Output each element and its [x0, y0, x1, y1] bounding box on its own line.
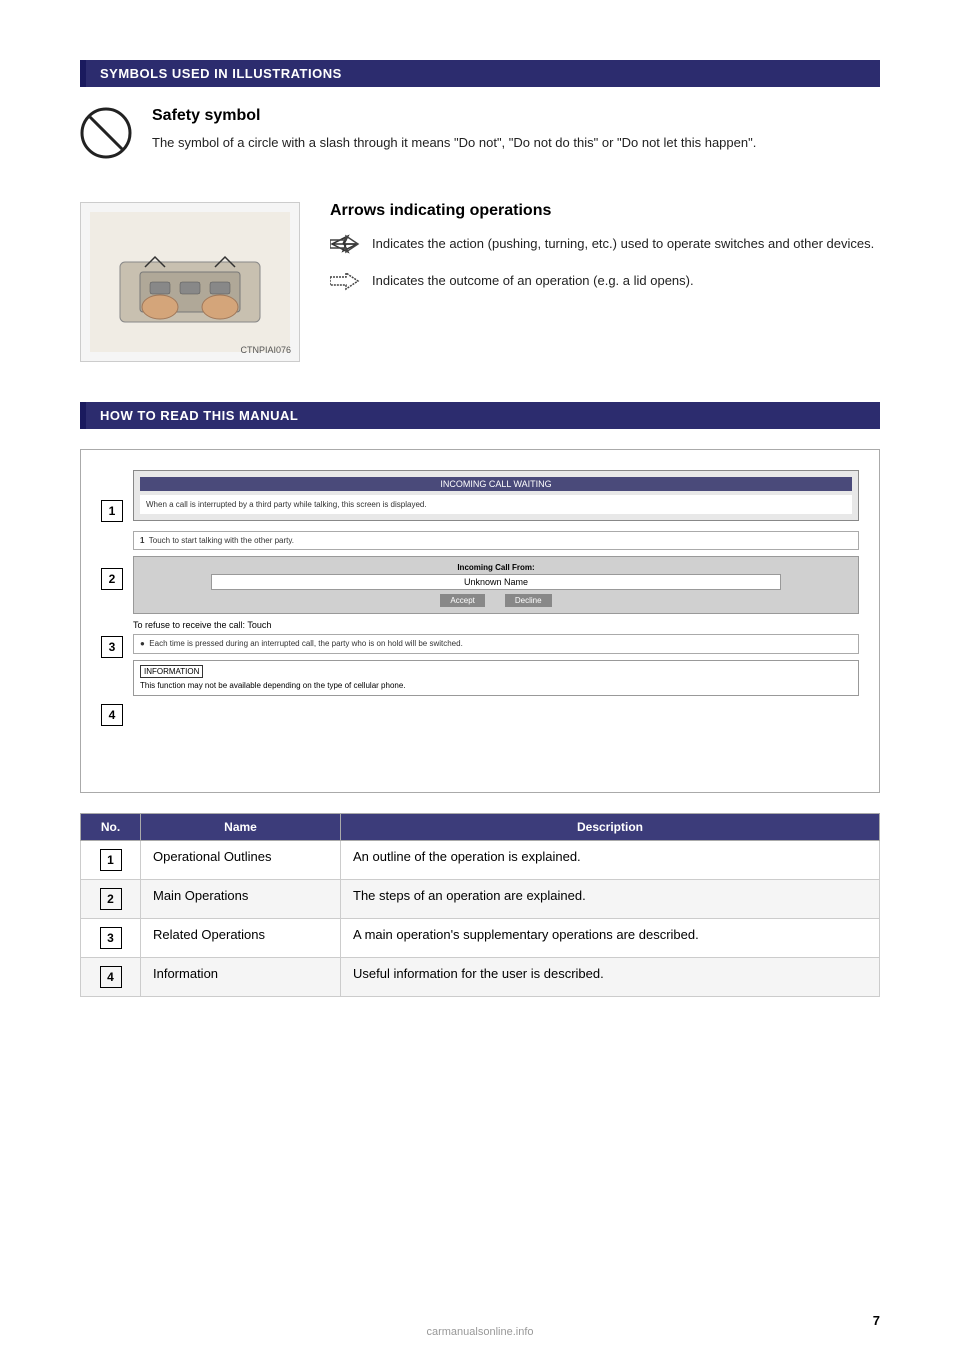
table-cell-description: Useful information for the user is descr…: [341, 958, 880, 997]
info-box: INFORMATION This function may not be ava…: [133, 660, 859, 696]
table-row: 3 Related OperationsA main operation's su…: [81, 919, 880, 958]
num-badge-3: 3: [101, 636, 123, 658]
step3-text: ● Each time is pressed during an interru…: [133, 634, 859, 653]
safety-description: The symbol of a circle with a slash thro…: [152, 133, 756, 154]
table-cell-num: 3: [81, 919, 141, 958]
row-num-4: 4: [100, 966, 122, 988]
table-cell-name: Related Operations: [141, 919, 341, 958]
table-row: 2 Main OperationsThe steps of an operatio…: [81, 880, 880, 919]
how-to-header: HOW TO READ THIS MANUAL: [80, 402, 880, 429]
step1-content: Touch to start talking with the other pa…: [149, 536, 294, 545]
symbols-header-text: SYMBOLS USED IN ILLUSTRATIONS: [100, 66, 342, 81]
symbols-header: SYMBOLS USED IN ILLUSTRATIONS: [80, 60, 880, 87]
num-badge-4: 4: [101, 704, 123, 726]
screen-header: INCOMING CALL WAITING: [140, 477, 852, 491]
call-buttons: Accept Decline: [140, 594, 852, 607]
table-cell-description: The steps of an operation are explained.: [341, 880, 880, 919]
decline-btn: Decline: [505, 594, 552, 607]
table-cell-num: 2: [81, 880, 141, 919]
table-cell-num: 4: [81, 958, 141, 997]
refuse-text: To refuse to receive the call: Touch: [133, 620, 859, 630]
table-cell-description: A main operation's supplementary operati…: [341, 919, 880, 958]
call-from-label: Incoming Call From:: [140, 563, 852, 572]
table-header-row: No. Name Description: [81, 814, 880, 841]
table-row: 1 Operational OutlinesAn outline of the o…: [81, 841, 880, 880]
page-container: SYMBOLS USED IN ILLUSTRATIONS Safety sym…: [0, 0, 960, 1358]
step1-text: 1 Touch to start talking with the other …: [133, 531, 859, 550]
num-badge-1: 1: [101, 500, 123, 522]
table-cell-description: An outline of the operation is explained…: [341, 841, 880, 880]
safety-text-block: Safety symbol The symbol of a circle wit…: [152, 107, 756, 154]
no-symbol-icon: [80, 107, 132, 162]
arrows-text-block: Arrows indicating operations Indicates t…: [330, 202, 880, 362]
step3-bullet: ●: [140, 639, 145, 648]
safety-title: Safety symbol: [152, 107, 756, 125]
table-cell-name: Operational Outlines: [141, 841, 341, 880]
arrow-item-1-text: Indicates the action (pushing, turning, …: [372, 234, 874, 255]
screen-text1: When a call is interrupted by a third pa…: [146, 500, 427, 509]
arrow-item-1: Indicates the action (pushing, turning, …: [330, 234, 880, 257]
col-header-name: Name: [141, 814, 341, 841]
row-num-3: 3: [100, 927, 122, 949]
arrows-section: CTNPIAI076 Arrows indicating operations …: [80, 202, 880, 362]
arrow-item-2: Indicates the outcome of an operation (e…: [330, 271, 880, 294]
diagram-inner: 1 2 3 4 INCOMING CALL WAITING When a cal…: [101, 470, 859, 772]
arrow-outcome-icon: [330, 271, 360, 294]
call-box: Incoming Call From: Unknown Name Accept …: [133, 556, 859, 614]
accept-btn: Accept: [440, 594, 484, 607]
step3-content: Each time is pressed during an interrupt…: [149, 639, 463, 648]
arrow-action-icon: [330, 234, 360, 257]
operations-table: No. Name Description 1 Operational Outlin…: [80, 813, 880, 997]
arrow-item-2-text: Indicates the outcome of an operation (e…: [372, 271, 694, 292]
info-label: INFORMATION: [140, 665, 203, 678]
table-cell-name: Information: [141, 958, 341, 997]
image-caption: CTNPIAI076: [240, 345, 291, 355]
watermark: carmanualsonline.info: [0, 1326, 960, 1338]
screen-body-1: When a call is interrupted by a third pa…: [140, 495, 852, 514]
how-to-section: HOW TO READ THIS MANUAL 1 2 3 4 INCOMING…: [80, 402, 880, 997]
num-badge-2: 2: [101, 568, 123, 590]
diagram-box: 1 2 3 4 INCOMING CALL WAITING When a cal…: [80, 449, 880, 793]
how-to-header-text: HOW TO READ THIS MANUAL: [100, 408, 298, 423]
symbols-section: SYMBOLS USED IN ILLUSTRATIONS Safety sym…: [80, 60, 880, 162]
col-header-no: No.: [81, 814, 141, 841]
table-row: 4 InformationUseful information for the u…: [81, 958, 880, 997]
screen-mockup: INCOMING CALL WAITING When a call is int…: [133, 470, 859, 521]
table-cell-name: Main Operations: [141, 880, 341, 919]
arrows-title: Arrows indicating operations: [330, 202, 880, 220]
row-num-1: 1: [100, 849, 122, 871]
step1-number: 1: [140, 536, 144, 545]
safety-content: Safety symbol The symbol of a circle wit…: [80, 107, 880, 162]
table-cell-num: 1: [81, 841, 141, 880]
car-image-box: CTNPIAI076: [80, 202, 300, 362]
diagram-content: INCOMING CALL WAITING When a call is int…: [133, 470, 859, 772]
col-header-description: Description: [341, 814, 880, 841]
diagram-numbers: 1 2 3 4: [101, 470, 123, 772]
call-name: Unknown Name: [211, 574, 781, 590]
info-text: This function may not be available depen…: [140, 680, 852, 691]
row-num-2: 2: [100, 888, 122, 910]
